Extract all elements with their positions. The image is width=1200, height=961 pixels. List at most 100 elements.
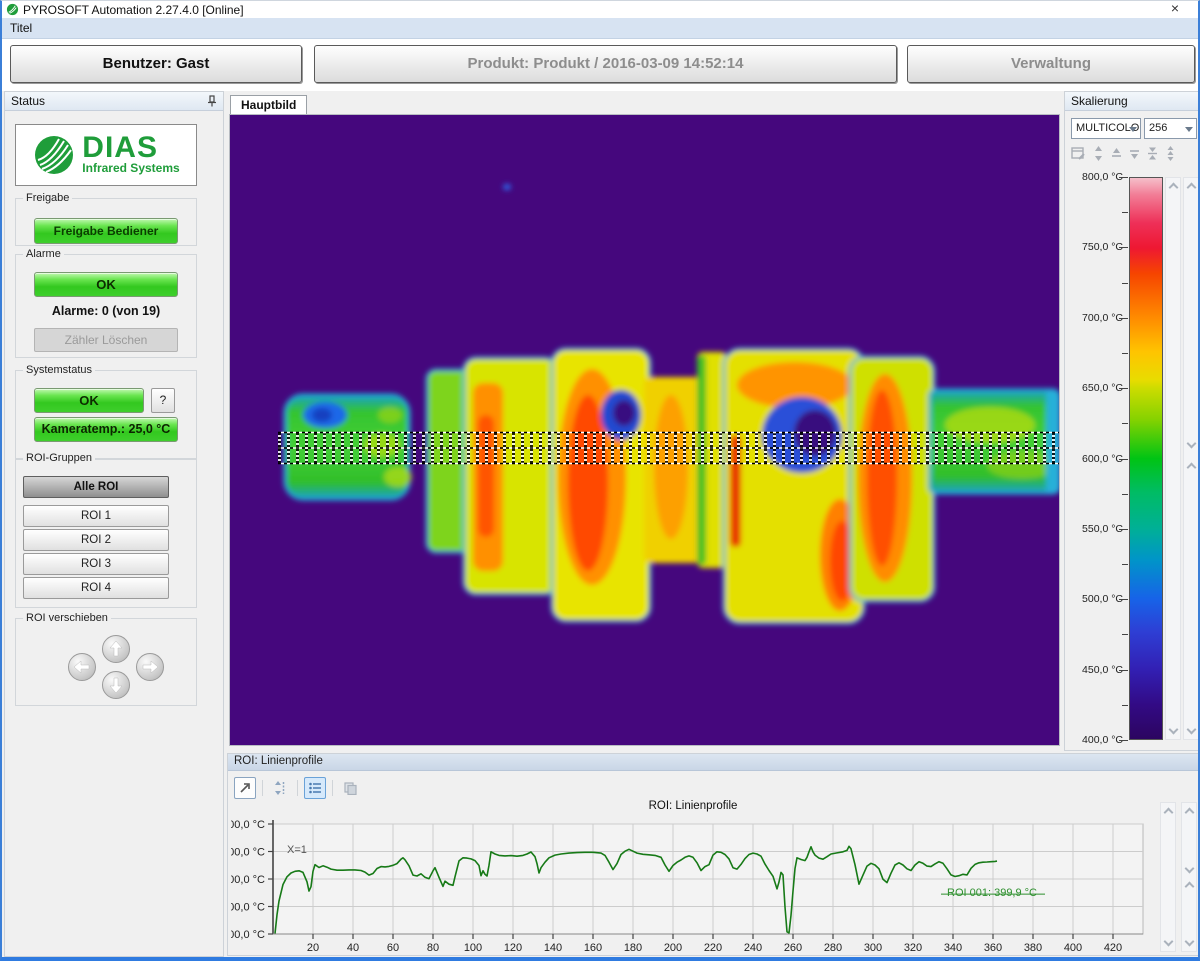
move-right-button[interactable] [135, 652, 165, 682]
scale-scrollbar-split[interactable] [1183, 177, 1199, 740]
y-axis-label: 500,0 °C [231, 902, 265, 914]
x-axis-label: 380 [1024, 942, 1042, 954]
colorbar-label: 800,0 °C [1082, 171, 1123, 183]
move-down-button[interactable] [101, 670, 131, 700]
roi-button-1[interactable]: ROI 1 [23, 505, 169, 527]
y-axis-label: 700,0 °C [231, 847, 265, 859]
x-axis-label: 200 [664, 942, 682, 954]
linienprofile-header: ROI: Linienprofile [228, 754, 1199, 771]
verwaltung-button[interactable]: Verwaltung [907, 45, 1195, 83]
x-axis-label: 360 [984, 942, 1002, 954]
x-axis-label: 300 [864, 942, 882, 954]
colorbar-label: 750,0 °C [1082, 241, 1123, 253]
colorbar-label: 450,0 °C [1082, 664, 1123, 676]
skalierung-header: Skalierung [1065, 92, 1199, 111]
palette-select[interactable]: MULTICOLOR [1071, 118, 1141, 139]
cursor-annotation: X=1 [287, 844, 307, 856]
x-axis-label: 80 [427, 942, 439, 954]
colorbar-label: 650,0 °C [1082, 382, 1123, 394]
app-window: PYROSOFT Automation 2.27.4.0 [Online] × … [0, 0, 1200, 961]
x-axis-label: 60 [387, 942, 399, 954]
colorbar-label: 600,0 °C [1082, 453, 1123, 465]
roi-button-alle[interactable]: Alle ROI [23, 476, 169, 498]
x-axis-label: 100 [464, 942, 482, 954]
colorbar-label: 700,0 °C [1082, 312, 1123, 324]
auto-scale-icon[interactable] [1165, 146, 1176, 161]
x-axis-label: 40 [347, 942, 359, 954]
systemstatus-ok-button[interactable]: OK [34, 388, 144, 413]
colorbar-label: 400,0 °C [1082, 734, 1123, 746]
x-axis-label: 240 [744, 942, 762, 954]
move-left-button[interactable] [67, 652, 97, 682]
x-axis-label: 260 [784, 942, 802, 954]
chevron-down-icon [1185, 127, 1193, 132]
line-profile-chart[interactable]: 800,0 °C 700,0 °C 600,0 °C 500,0 °C 400,0 °C… [231, 812, 1161, 955]
help-button[interactable]: ? [151, 388, 175, 413]
expand-range-icon[interactable] [1093, 146, 1104, 161]
x-axis-label: 120 [504, 942, 522, 954]
alarme-ok-button[interactable]: OK [34, 272, 178, 297]
top-button-row: Benutzer: Gast Produkt: Produkt / 2016-0… [2, 39, 1198, 91]
y-axis-label: 600,0 °C [231, 874, 265, 886]
benutzer-button[interactable]: Benutzer: Gast [10, 45, 302, 83]
x-axis-label: 280 [824, 942, 842, 954]
x-axis-label: 160 [584, 942, 602, 954]
dias-logo: DIAS Infrared Systems [15, 124, 197, 186]
fit-vertical-icon[interactable] [269, 777, 291, 799]
dias-logo-text: DIAS [82, 135, 179, 161]
x-axis-label: 140 [544, 942, 562, 954]
pin-icon[interactable] [207, 95, 217, 107]
kameratemp-button[interactable]: Kameratemp.: 25,0 °C [34, 417, 178, 442]
skalierung-toolbar [1071, 144, 1197, 162]
dias-logo-subtitle: Infrared Systems [82, 161, 179, 175]
colorbar-label: 500,0 °C [1082, 593, 1123, 605]
levels-select[interactable]: 256 [1144, 118, 1197, 139]
main-tabstrip: Hauptbild [229, 93, 1060, 114]
tab-hauptbild[interactable]: Hauptbild [230, 95, 307, 115]
lower-min-icon[interactable] [1129, 146, 1140, 161]
produkt-button[interactable]: Produkt: Produkt / 2016-03-09 14:52:14 [314, 45, 897, 83]
move-up-button[interactable] [101, 634, 131, 664]
systemstatus-group: Systemstatus [15, 370, 197, 460]
compress-range-icon[interactable] [1147, 146, 1158, 161]
scale-scrollbar-full[interactable] [1165, 177, 1181, 740]
x-axis-label: 420 [1104, 942, 1122, 954]
y-axis-label: 800,0 °C [231, 819, 265, 831]
zaehler-loeschen-button[interactable]: Zähler Löschen [34, 328, 178, 352]
skalierung-panel: Skalierung MULTICOLOR 256 800,0 °C 750,0 … [1064, 91, 1200, 751]
open-in-window-icon[interactable] [234, 777, 256, 799]
roi-button-2[interactable]: ROI 2 [23, 529, 169, 551]
menu-item-titel[interactable]: Titel [2, 21, 40, 35]
thermal-image[interactable] [230, 115, 1059, 745]
palette-settings-icon[interactable] [1071, 146, 1086, 161]
chart-scrollbar-left[interactable] [1160, 802, 1176, 952]
colorbar-label: 550,0 °C [1082, 523, 1123, 535]
x-axis-label: 320 [904, 942, 922, 954]
status-panel-header: Status [5, 92, 223, 111]
x-axis-label: 220 [704, 942, 722, 954]
window-title: PYROSOFT Automation 2.27.4.0 [Online] [23, 3, 244, 17]
y-axis-label: 400,0 °C [231, 929, 265, 941]
chevron-down-icon [1129, 127, 1137, 132]
x-axis-label: 20 [307, 942, 319, 954]
x-axis-label: 400 [1064, 942, 1082, 954]
dias-logo-mark [32, 133, 76, 177]
legend-label: ROI 001: 399,9 °C [947, 887, 1037, 899]
close-button[interactable]: × [1164, 1, 1186, 17]
linienprofile-panel: ROI: Linienprofile ROI: Linienprofile 80… [227, 753, 1200, 956]
chart-title: ROI: Linienprofile [228, 800, 1158, 812]
raise-max-icon[interactable] [1111, 146, 1122, 161]
roi-button-3[interactable]: ROI 3 [23, 553, 169, 575]
copy-icon[interactable] [339, 777, 361, 799]
alarme-count-text: Alarme: 0 (von 19) [15, 304, 197, 318]
roi-line-band [278, 432, 1059, 464]
chart-scrollbar-right[interactable] [1181, 802, 1197, 952]
thermal-image-frame [229, 114, 1060, 746]
x-axis-label: 180 [624, 942, 642, 954]
linienprofile-toolbar [234, 776, 361, 800]
list-view-icon[interactable] [304, 777, 326, 799]
freigabe-bediener-button[interactable]: Freigabe Bediener [34, 218, 178, 244]
roi-button-4[interactable]: ROI 4 [23, 577, 169, 599]
status-panel: Status DIAS Infrared Systems Freigabe [4, 91, 224, 957]
titlebar: PYROSOFT Automation 2.27.4.0 [Online] × [2, 1, 1198, 18]
